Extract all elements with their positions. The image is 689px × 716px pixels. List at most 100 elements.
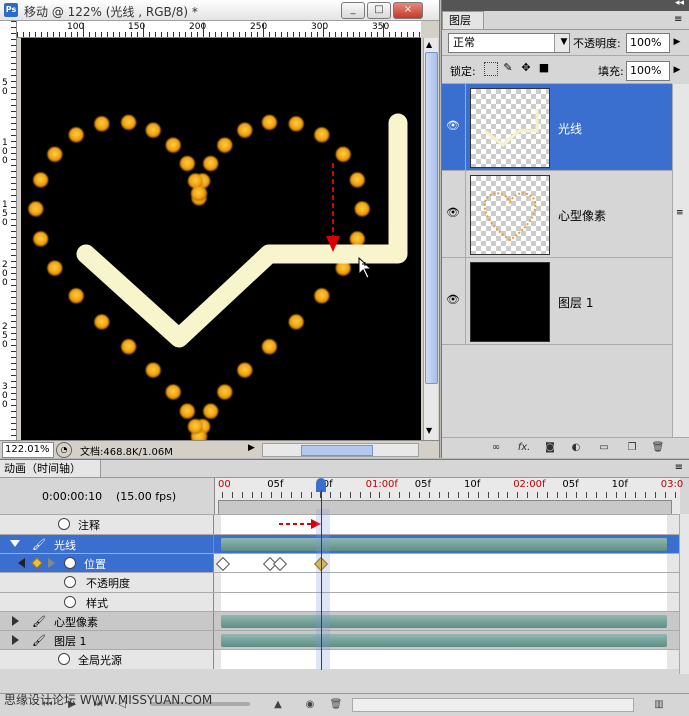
panel-menu-icon[interactable]: ≡ <box>674 14 682 25</box>
scroll-thumb[interactable] <box>425 52 438 384</box>
layer-name[interactable]: 心型像素 <box>558 207 606 224</box>
canvas-horizontal-scrollbar[interactable] <box>262 443 419 457</box>
frames-toggle-icon[interactable]: ▥ <box>648 697 670 713</box>
track-area[interactable] <box>215 554 667 573</box>
timeline-row-layer1[interactable]: 🖌 图层 1 <box>0 630 689 650</box>
track-area[interactable] <box>221 593 667 612</box>
collapse-triangle-icon[interactable] <box>12 616 19 626</box>
time-ruler-tick <box>487 492 489 498</box>
document-titlebar[interactable]: Ps 移动 @ 122% (光线 , RGB/8) * _ □ × <box>0 0 439 21</box>
timeline-row-heart-layer[interactable]: 🖌 心型像素 <box>0 611 689 631</box>
layers-scrollbar[interactable]: ≡ <box>672 84 689 440</box>
track-area[interactable] <box>221 515 667 534</box>
scroll-grip-icon[interactable]: ≡ <box>676 208 684 218</box>
mask-icon[interactable]: ◙ <box>542 441 558 455</box>
fx-icon[interactable]: fx. <box>516 441 532 455</box>
expand-triangle-icon[interactable] <box>10 540 20 547</box>
timeline-vertical-scrollbar[interactable] <box>679 514 689 674</box>
trash-icon[interactable]: 🗑 <box>650 441 666 455</box>
eye-icon[interactable]: 👁 <box>445 292 461 308</box>
layer-row-light[interactable]: 👁 光线 <box>442 83 672 170</box>
panel-header[interactable]: ◂◂ <box>442 0 689 11</box>
timeline-row-global-light[interactable]: 全局光源 <box>0 649 689 669</box>
timeline-row-position[interactable]: 位置 <box>0 553 689 573</box>
status-menu-arrow-icon[interactable]: ▶ <box>248 443 255 453</box>
add-keyframe-icon[interactable] <box>31 557 43 569</box>
ruler-tick <box>11 27 16 28</box>
fill-slider-arrow-icon[interactable]: ▶ <box>671 61 683 79</box>
zoom-mountain-icon[interactable]: ▲ <box>270 697 286 713</box>
eye-icon[interactable]: 👁 <box>445 205 461 221</box>
layer-name[interactable]: 光线 <box>558 120 582 137</box>
layer-duration-bar[interactable] <box>221 634 667 647</box>
timeline-row-light-layer[interactable]: 🖌 光线 <box>0 534 689 554</box>
collapse-triangle-icon[interactable] <box>12 635 19 645</box>
timeline-row-style[interactable]: 样式 <box>0 592 689 612</box>
stopwatch-icon[interactable] <box>64 576 76 588</box>
heart-dot <box>288 116 304 132</box>
scroll-down-icon[interactable]: ▼ <box>426 426 432 435</box>
link-icon[interactable]: ∞ <box>488 441 504 455</box>
panel-menu-icon[interactable]: ≡ <box>675 462 683 473</box>
close-button[interactable]: × <box>393 2 423 19</box>
collapse-icon[interactable]: ◂◂ <box>675 0 684 8</box>
track-area[interactable] <box>221 573 667 592</box>
ruler-tick <box>11 405 16 406</box>
ruler-tick <box>11 165 16 166</box>
stopwatch-icon[interactable] <box>58 518 70 530</box>
new-layer-icon[interactable]: ❐ <box>624 441 640 455</box>
layer-name[interactable]: 图层 1 <box>558 294 593 311</box>
timeline-row-comments[interactable]: 注释 <box>0 514 689 534</box>
scroll-up-icon[interactable]: ▲ <box>426 40 432 49</box>
timeline-row-opacity[interactable]: 不透明度 <box>0 572 689 592</box>
adjustment-icon[interactable]: ◐ <box>568 441 584 455</box>
timeline-horizontal-scrollbar[interactable] <box>352 698 634 712</box>
onion-skin-icon[interactable]: ◉ <box>302 697 318 713</box>
ruler-label: 300 <box>311 22 329 32</box>
track-label: 光线 <box>54 539 76 552</box>
info-icon[interactable]: ◔ <box>56 442 72 458</box>
eye-icon[interactable]: 👁 <box>445 118 461 134</box>
lock-all-icon[interactable]: ■ <box>538 62 550 74</box>
layer-row-heart[interactable]: 👁 心型像素 <box>442 170 672 257</box>
image-canvas[interactable] <box>21 38 421 440</box>
scroll-thumb[interactable] <box>301 445 373 456</box>
current-time[interactable]: 0:00:00:10 <box>42 490 102 503</box>
zoom-field[interactable]: 122.01% <box>2 442 54 458</box>
track-area[interactable] <box>221 650 667 669</box>
group-icon[interactable]: ▭ <box>596 441 612 455</box>
stopwatch-icon[interactable] <box>64 557 76 569</box>
tab-animation-timeline[interactable]: 动画（时间轴） <box>0 460 101 477</box>
blend-mode-select[interactable]: 正常 ▼ <box>448 33 570 53</box>
layer-duration-bar[interactable] <box>221 615 667 628</box>
opacity-field[interactable]: 100% <box>626 33 670 53</box>
lock-brush-icon[interactable]: ✎ <box>502 62 514 74</box>
stopwatch-icon[interactable] <box>58 653 70 665</box>
layer-duration-bar[interactable] <box>221 538 667 551</box>
vertical-ruler[interactable]: 5 0 1 0 0 1 5 0 2 0 0 2 5 0 3 0 0 <box>0 21 17 441</box>
chevron-down-icon[interactable]: ▼ <box>554 34 569 52</box>
prev-keyframe-icon[interactable] <box>18 558 25 568</box>
keyframe-diamond[interactable] <box>215 556 231 572</box>
horizontal-ruler[interactable]: 100 150 200 250 300 350 <box>17 21 421 38</box>
heart-dot <box>203 156 219 172</box>
trash-icon[interactable]: 🗑 <box>328 697 344 713</box>
canvas-vertical-scrollbar[interactable]: ▲ ▼ <box>423 38 438 440</box>
stopwatch-icon[interactable] <box>64 596 76 608</box>
lock-move-icon[interactable]: ✥ <box>520 62 532 74</box>
fill-field[interactable]: 100% <box>626 61 670 81</box>
layer-row-layer1[interactable]: 👁 图层 1 <box>442 257 672 344</box>
heart-dot <box>68 288 84 304</box>
maximize-button[interactable]: □ <box>367 2 391 19</box>
keyframe-diamond[interactable] <box>272 556 288 572</box>
ruler-tick <box>341 32 342 37</box>
minimize-button[interactable]: _ <box>341 2 365 19</box>
tab-layers[interactable]: 图层 <box>442 11 484 30</box>
light-beam-shape[interactable] <box>76 113 408 348</box>
lock-transparency-icon[interactable] <box>484 62 498 76</box>
time-ruler-tick <box>438 492 440 498</box>
next-keyframe-icon[interactable] <box>48 558 55 568</box>
time-ruler-tick <box>645 492 647 498</box>
opacity-slider-arrow-icon[interactable]: ▶ <box>671 33 683 51</box>
ruler-tick <box>11 435 16 436</box>
